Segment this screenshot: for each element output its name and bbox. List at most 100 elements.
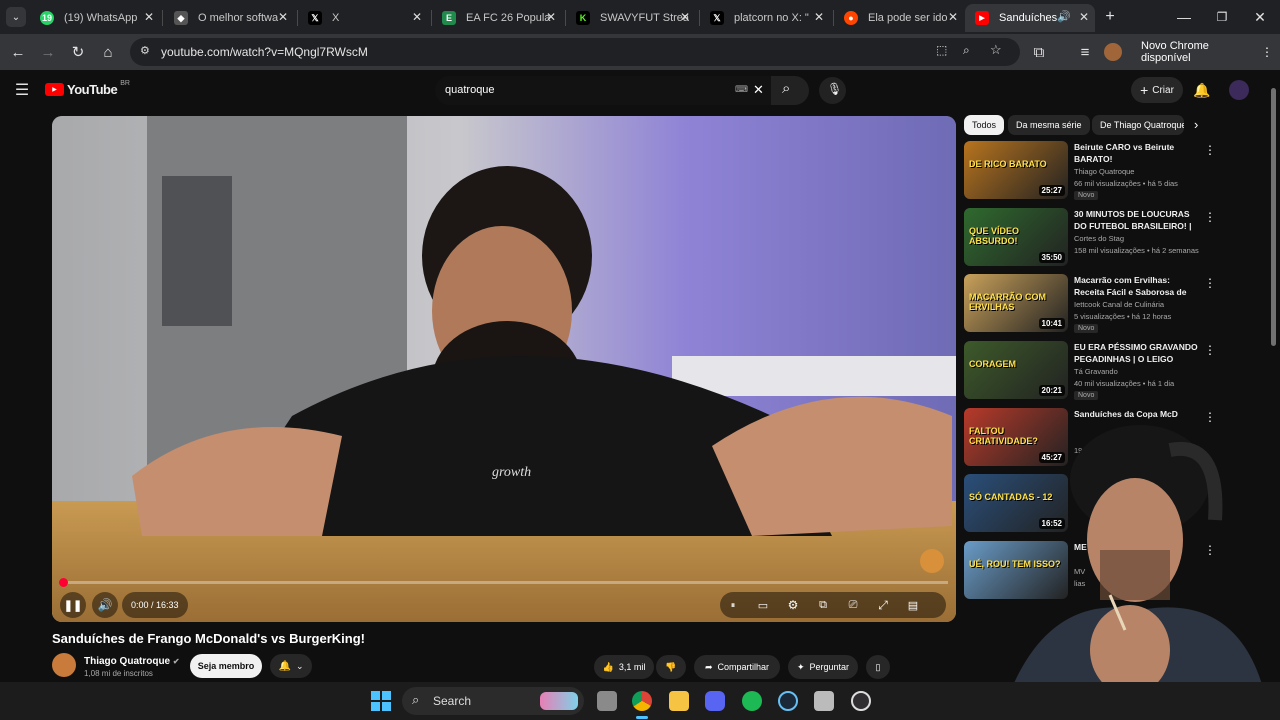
restore-icon[interactable]: ❐: [1212, 7, 1232, 27]
close-icon[interactable]: ✕: [144, 10, 154, 24]
steam-icon[interactable]: [778, 691, 798, 711]
bookmark-star-icon[interactable]: ☆: [990, 42, 1002, 58]
obs-icon[interactable]: [851, 691, 871, 711]
clear-search-icon[interactable]: ✕: [753, 82, 764, 98]
address-bar[interactable]: ⚙ youtube.com/watch?v=MQngl7RWscM ⬚ ⌕ ☆: [130, 38, 1020, 66]
progress-scrubber[interactable]: [59, 578, 68, 587]
chrome-icon[interactable]: [632, 691, 652, 711]
recommendation-channel[interactable]: Tá Gravando: [1074, 367, 1118, 376]
discord-icon[interactable]: [705, 691, 725, 711]
cast-icon[interactable]: ⎚: [844, 596, 862, 614]
save-button[interactable]: ▯: [866, 655, 890, 679]
more-vert-icon[interactable]: ⋮: [1204, 276, 1216, 290]
channel-name[interactable]: Thiago Quatroque ✔: [84, 656, 180, 667]
recommendation-title[interactable]: EU ERA PÉSSIMO GRAVANDO PEGADINHAS | O L…: [1074, 341, 1202, 365]
more-vert-icon[interactable]: ⋮: [1204, 143, 1216, 157]
keyboard-icon[interactable]: ⌨: [735, 84, 748, 95]
close-icon[interactable]: ✕: [546, 10, 556, 24]
tab-x[interactable]: 𝕏 X ✕: [298, 4, 428, 32]
media-controls-icon[interactable]: ≡: [1075, 42, 1095, 62]
extensions-icon[interactable]: ⧉: [1029, 42, 1049, 62]
account-avatar[interactable]: [1229, 80, 1249, 100]
new-tab-icon[interactable]: +: [1100, 7, 1120, 27]
audio-playing-icon[interactable]: 🔊: [1057, 10, 1071, 23]
recommendation-title[interactable]: 30 MINUTOS DE LOUCURAS DO FUTEBOL BRASIL…: [1074, 208, 1202, 232]
recommendation-item[interactable]: MACARRÃO COM ERVILHAS 10:41 Macarrão com E…: [964, 274, 1224, 336]
tab-whatsapp[interactable]: 19 (19) WhatsApp ✕: [30, 4, 160, 32]
ask-button[interactable]: ✦ Perguntar: [788, 655, 858, 679]
subscription-bell-button[interactable]: 🔔 ⌄: [270, 654, 312, 678]
taskbar-search[interactable]: ⌕ Search: [402, 687, 584, 715]
video-thumbnail[interactable]: DE RICO BARATO 25:27: [964, 141, 1068, 199]
forward-icon[interactable]: →: [38, 42, 58, 62]
video-thumbnail[interactable]: CORAGEM 20:21: [964, 341, 1068, 399]
close-icon[interactable]: ✕: [680, 10, 690, 24]
voice-search-button[interactable]: 🎙: [819, 77, 846, 104]
tab-x-post[interactable]: 𝕏 platcorn no X: " ✕: [700, 4, 830, 32]
close-icon[interactable]: ✕: [278, 10, 288, 24]
subtitles-icon[interactable]: ▭: [754, 596, 772, 614]
tab-kick[interactable]: K SWAVYFUT Strea ✕: [566, 4, 696, 32]
more-vert-icon[interactable]: ⋮: [1204, 343, 1216, 357]
tab-software[interactable]: ◆ O melhor softwa ✕: [164, 4, 294, 32]
recommendation-channel[interactable]: Cortes do Stag: [1074, 234, 1124, 243]
site-info-icon[interactable]: ⚙: [140, 44, 150, 57]
home-icon[interactable]: ⌂: [98, 42, 118, 62]
minimize-icon[interactable]: —: [1174, 7, 1194, 27]
chevron-right-icon[interactable]: ›: [1194, 117, 1198, 132]
windows-start-icon[interactable]: [371, 691, 391, 711]
recommendation-channel[interactable]: Iettcook Canal de Culinária: [1074, 300, 1164, 309]
chip-same-series[interactable]: Da mesma série: [1008, 115, 1090, 135]
volume-button[interactable]: 🔊: [92, 592, 118, 618]
settings-gear-icon[interactable]: ⚙: [784, 596, 802, 614]
file-explorer-icon[interactable]: [669, 691, 689, 711]
app-icon[interactable]: [814, 691, 834, 711]
channel-avatar[interactable]: [52, 653, 76, 677]
like-button[interactable]: 👍 3,1 mil: [594, 655, 654, 679]
youtube-logo[interactable]: ▶ YouTube BR: [45, 80, 130, 97]
tab-ea-fc[interactable]: E EA FC 26 Popula ✕: [432, 4, 562, 32]
spotify-icon[interactable]: [742, 691, 762, 711]
chip-all[interactable]: Todos: [964, 115, 1005, 135]
hamburger-menu-icon[interactable]: ☰: [12, 80, 32, 100]
recommendation-title[interactable]: Macarrão com Ervilhas: Receita Fácil e S…: [1074, 274, 1202, 298]
tab-search-chevron-icon[interactable]: ⌄: [6, 7, 26, 27]
pause-button[interactable]: ❚❚: [60, 592, 86, 618]
recommendation-item[interactable]: DE RICO BARATO 25:27 Beirute CARO vs Beiru…: [964, 141, 1224, 203]
task-view-icon[interactable]: [597, 691, 617, 711]
chip-from-channel[interactable]: De Thiago Quatroque: [1092, 115, 1184, 135]
search-input[interactable]: [445, 84, 725, 96]
video-thumbnail[interactable]: MACARRÃO COM ERVILHAS 10:41: [964, 274, 1068, 332]
share-button[interactable]: ➦ Compartilhar: [694, 655, 780, 679]
dislike-button[interactable]: 👎: [656, 655, 686, 679]
recommendation-channel[interactable]: Thiago Quatroque: [1074, 167, 1134, 176]
back-icon[interactable]: ←: [8, 42, 28, 62]
recommendation-title[interactable]: Sanduíches da Copa McD: [1074, 408, 1202, 420]
close-icon[interactable]: ✕: [1079, 10, 1089, 24]
autoplay-toggle-icon[interactable]: ⏸: [724, 596, 742, 614]
scrollbar-thumb[interactable]: [1271, 88, 1276, 346]
recommendation-item[interactable]: QUE VÍDEO ABSURDO! 35:50 30 MINUTOS DE LOU…: [964, 208, 1224, 270]
create-button[interactable]: + Criar: [1131, 77, 1183, 103]
reload-icon[interactable]: ↻: [68, 42, 88, 62]
join-membership-button[interactable]: Seja membro: [190, 654, 262, 678]
tab-reddit[interactable]: ● Ela pode ser ido ✕: [834, 4, 964, 32]
update-chrome-button[interactable]: Novo Chrome disponível ⋮: [1133, 39, 1273, 65]
search-box[interactable]: ⌨ ✕: [435, 76, 771, 105]
close-icon[interactable]: ✕: [814, 10, 824, 24]
theater-mode-icon[interactable]: ▤: [904, 596, 922, 614]
recommendation-title[interactable]: Beirute CARO vs Beirute BARATO!: [1074, 141, 1202, 165]
zoom-icon[interactable]: ⌕: [963, 43, 970, 58]
recommendation-item[interactable]: CORAGEM 20:21 EU ERA PÉSSIMO GRAVANDO PEGA…: [964, 341, 1224, 403]
miniplayer-icon[interactable]: ⧉: [814, 596, 832, 614]
video-thumbnail[interactable]: QUE VÍDEO ABSURDO! 35:50: [964, 208, 1068, 266]
more-vert-icon[interactable]: ⋮: [1204, 210, 1216, 224]
video-player[interactable]: growth ❚❚ 🔊 0:00 / 16:33 ⏸ ▭ ⚙ ⧉ ⎚ ⤢ ▤: [52, 116, 956, 622]
more-vert-icon[interactable]: ⋮: [1261, 45, 1273, 59]
search-button[interactable]: ⌕: [771, 76, 809, 105]
progress-bar[interactable]: [59, 578, 948, 587]
close-icon[interactable]: ✕: [412, 10, 422, 24]
install-app-icon[interactable]: ⬚: [936, 43, 947, 57]
tab-youtube-active[interactable]: ▶ Sanduíches 🔊 ✕: [965, 4, 1095, 32]
notifications-bell-icon[interactable]: 🔔: [1192, 80, 1212, 100]
